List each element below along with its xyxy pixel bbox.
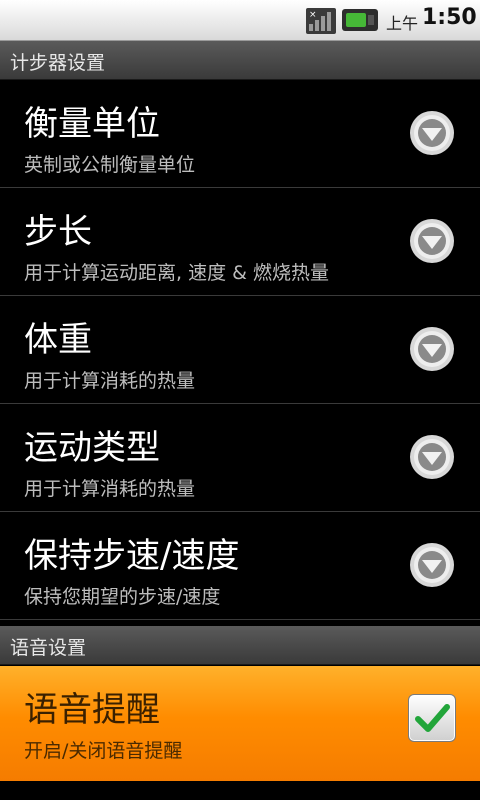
dropdown-icon[interactable] [409, 110, 455, 156]
pref-title: 体重 [24, 320, 92, 360]
pref-keep-pace[interactable]: 保持步速/速度 保持您期望的步速/速度 [0, 512, 480, 620]
pref-voice-reminder[interactable]: 语音提醒 开启/关闭语音提醒 [0, 666, 480, 781]
section-header-label: 语音设置 [10, 637, 87, 659]
pref-summary: 用于计算消耗的热量 [24, 370, 196, 392]
dropdown-icon[interactable] [409, 542, 455, 588]
pref-summary: 保持您期望的步速/速度 [24, 586, 221, 608]
battery-icon [342, 9, 378, 31]
pref-title: 衡量单位 [24, 104, 160, 144]
section-header-label: 计步器设置 [10, 52, 106, 74]
pref-summary: 开启/关闭语音提醒 [24, 740, 183, 762]
section-header-pedometer: 计步器设置 [0, 41, 480, 80]
status-bar: × 上午 1:50 [0, 0, 480, 41]
pref-title: 保持步速/速度 [24, 536, 240, 576]
clock-ampm: 上午 [386, 14, 419, 33]
svg-text:×: × [309, 10, 317, 20]
voice-reminder-checkbox[interactable] [408, 694, 456, 742]
section-header-voice: 语音设置 [0, 626, 480, 665]
clock-time: 1:50 [422, 5, 477, 30]
pref-stride-length[interactable]: 步长 用于计算运动距离, 速度 & 燃烧热量 [0, 188, 480, 296]
pref-title: 语音提醒 [24, 690, 160, 730]
pref-summary: 用于计算消耗的热量 [24, 478, 196, 500]
pref-summary: 用于计算运动距离, 速度 & 燃烧热量 [24, 262, 329, 284]
signal-icon: × [306, 8, 336, 34]
dropdown-icon[interactable] [409, 326, 455, 372]
dropdown-icon[interactable] [409, 218, 455, 264]
pref-summary: 英制或公制衡量单位 [24, 154, 196, 176]
dropdown-icon[interactable] [409, 434, 455, 480]
pref-body-weight[interactable]: 体重 用于计算消耗的热量 [0, 296, 480, 404]
pref-exercise-type[interactable]: 运动类型 用于计算消耗的热量 [0, 404, 480, 512]
pref-title: 步长 [24, 212, 92, 252]
pref-measurement-unit[interactable]: 衡量单位 英制或公制衡量单位 [0, 80, 480, 188]
checkmark-icon [415, 704, 450, 732]
pref-title: 运动类型 [24, 428, 160, 468]
bottom-edge [0, 781, 480, 800]
